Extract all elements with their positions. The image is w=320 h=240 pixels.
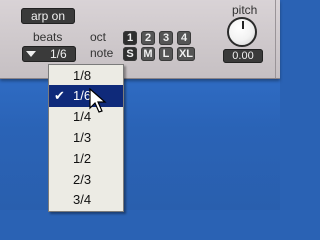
beats-dropdown-menu: 1/8 ✔ 1/6 1/4 1/3 1/2 2/3 3/4 — [48, 64, 124, 212]
oct-button-3[interactable]: 3 — [159, 31, 173, 45]
note-button-xl[interactable]: XL — [177, 47, 195, 61]
arp-panel: arp on beats 1/6 oct note 1 2 3 4 S M L … — [0, 0, 280, 79]
mouse-cursor-icon — [89, 88, 107, 113]
menu-item-1-8[interactable]: 1/8 — [49, 65, 123, 87]
arp-on-button[interactable]: arp on — [21, 8, 75, 24]
oct-button-2[interactable]: 2 — [141, 31, 155, 45]
menu-item-label: 1/8 — [73, 68, 92, 83]
beats-label: beats — [33, 30, 63, 44]
pitch-value: 0.00 — [223, 49, 263, 63]
dropdown-arrow-icon — [26, 51, 36, 57]
menu-item-3-4[interactable]: 3/4 — [49, 189, 123, 211]
menu-item-label: 1/2 — [73, 151, 92, 166]
panel-edge — [275, 0, 276, 78]
menu-item-label: 2/3 — [73, 172, 92, 187]
menu-item-1-4[interactable]: 1/4 — [49, 106, 123, 128]
menu-item-1-6[interactable]: ✔ 1/6 — [49, 85, 123, 107]
note-button-l[interactable]: L — [159, 47, 173, 61]
pitch-label: pitch — [232, 3, 258, 17]
menu-item-2-3[interactable]: 2/3 — [49, 169, 123, 191]
background-area — [0, 75, 280, 210]
oct-label: oct — [90, 30, 107, 44]
pitch-knob[interactable] — [227, 17, 257, 47]
note-button-s[interactable]: S — [123, 47, 137, 61]
menu-item-label: 3/4 — [73, 192, 92, 207]
beats-select[interactable]: 1/6 — [22, 46, 76, 62]
oct-button-1[interactable]: 1 — [123, 31, 137, 45]
beats-value: 1/6 — [50, 47, 67, 61]
note-label: note — [90, 46, 114, 60]
menu-item-1-2[interactable]: 1/2 — [49, 148, 123, 170]
checkmark-icon: ✔ — [54, 88, 65, 103]
menu-item-label: 1/3 — [73, 130, 92, 145]
menu-item-1-3[interactable]: 1/3 — [49, 127, 123, 149]
note-button-m[interactable]: M — [141, 47, 155, 61]
knob-indicator — [242, 21, 244, 29]
oct-button-4[interactable]: 4 — [177, 31, 191, 45]
